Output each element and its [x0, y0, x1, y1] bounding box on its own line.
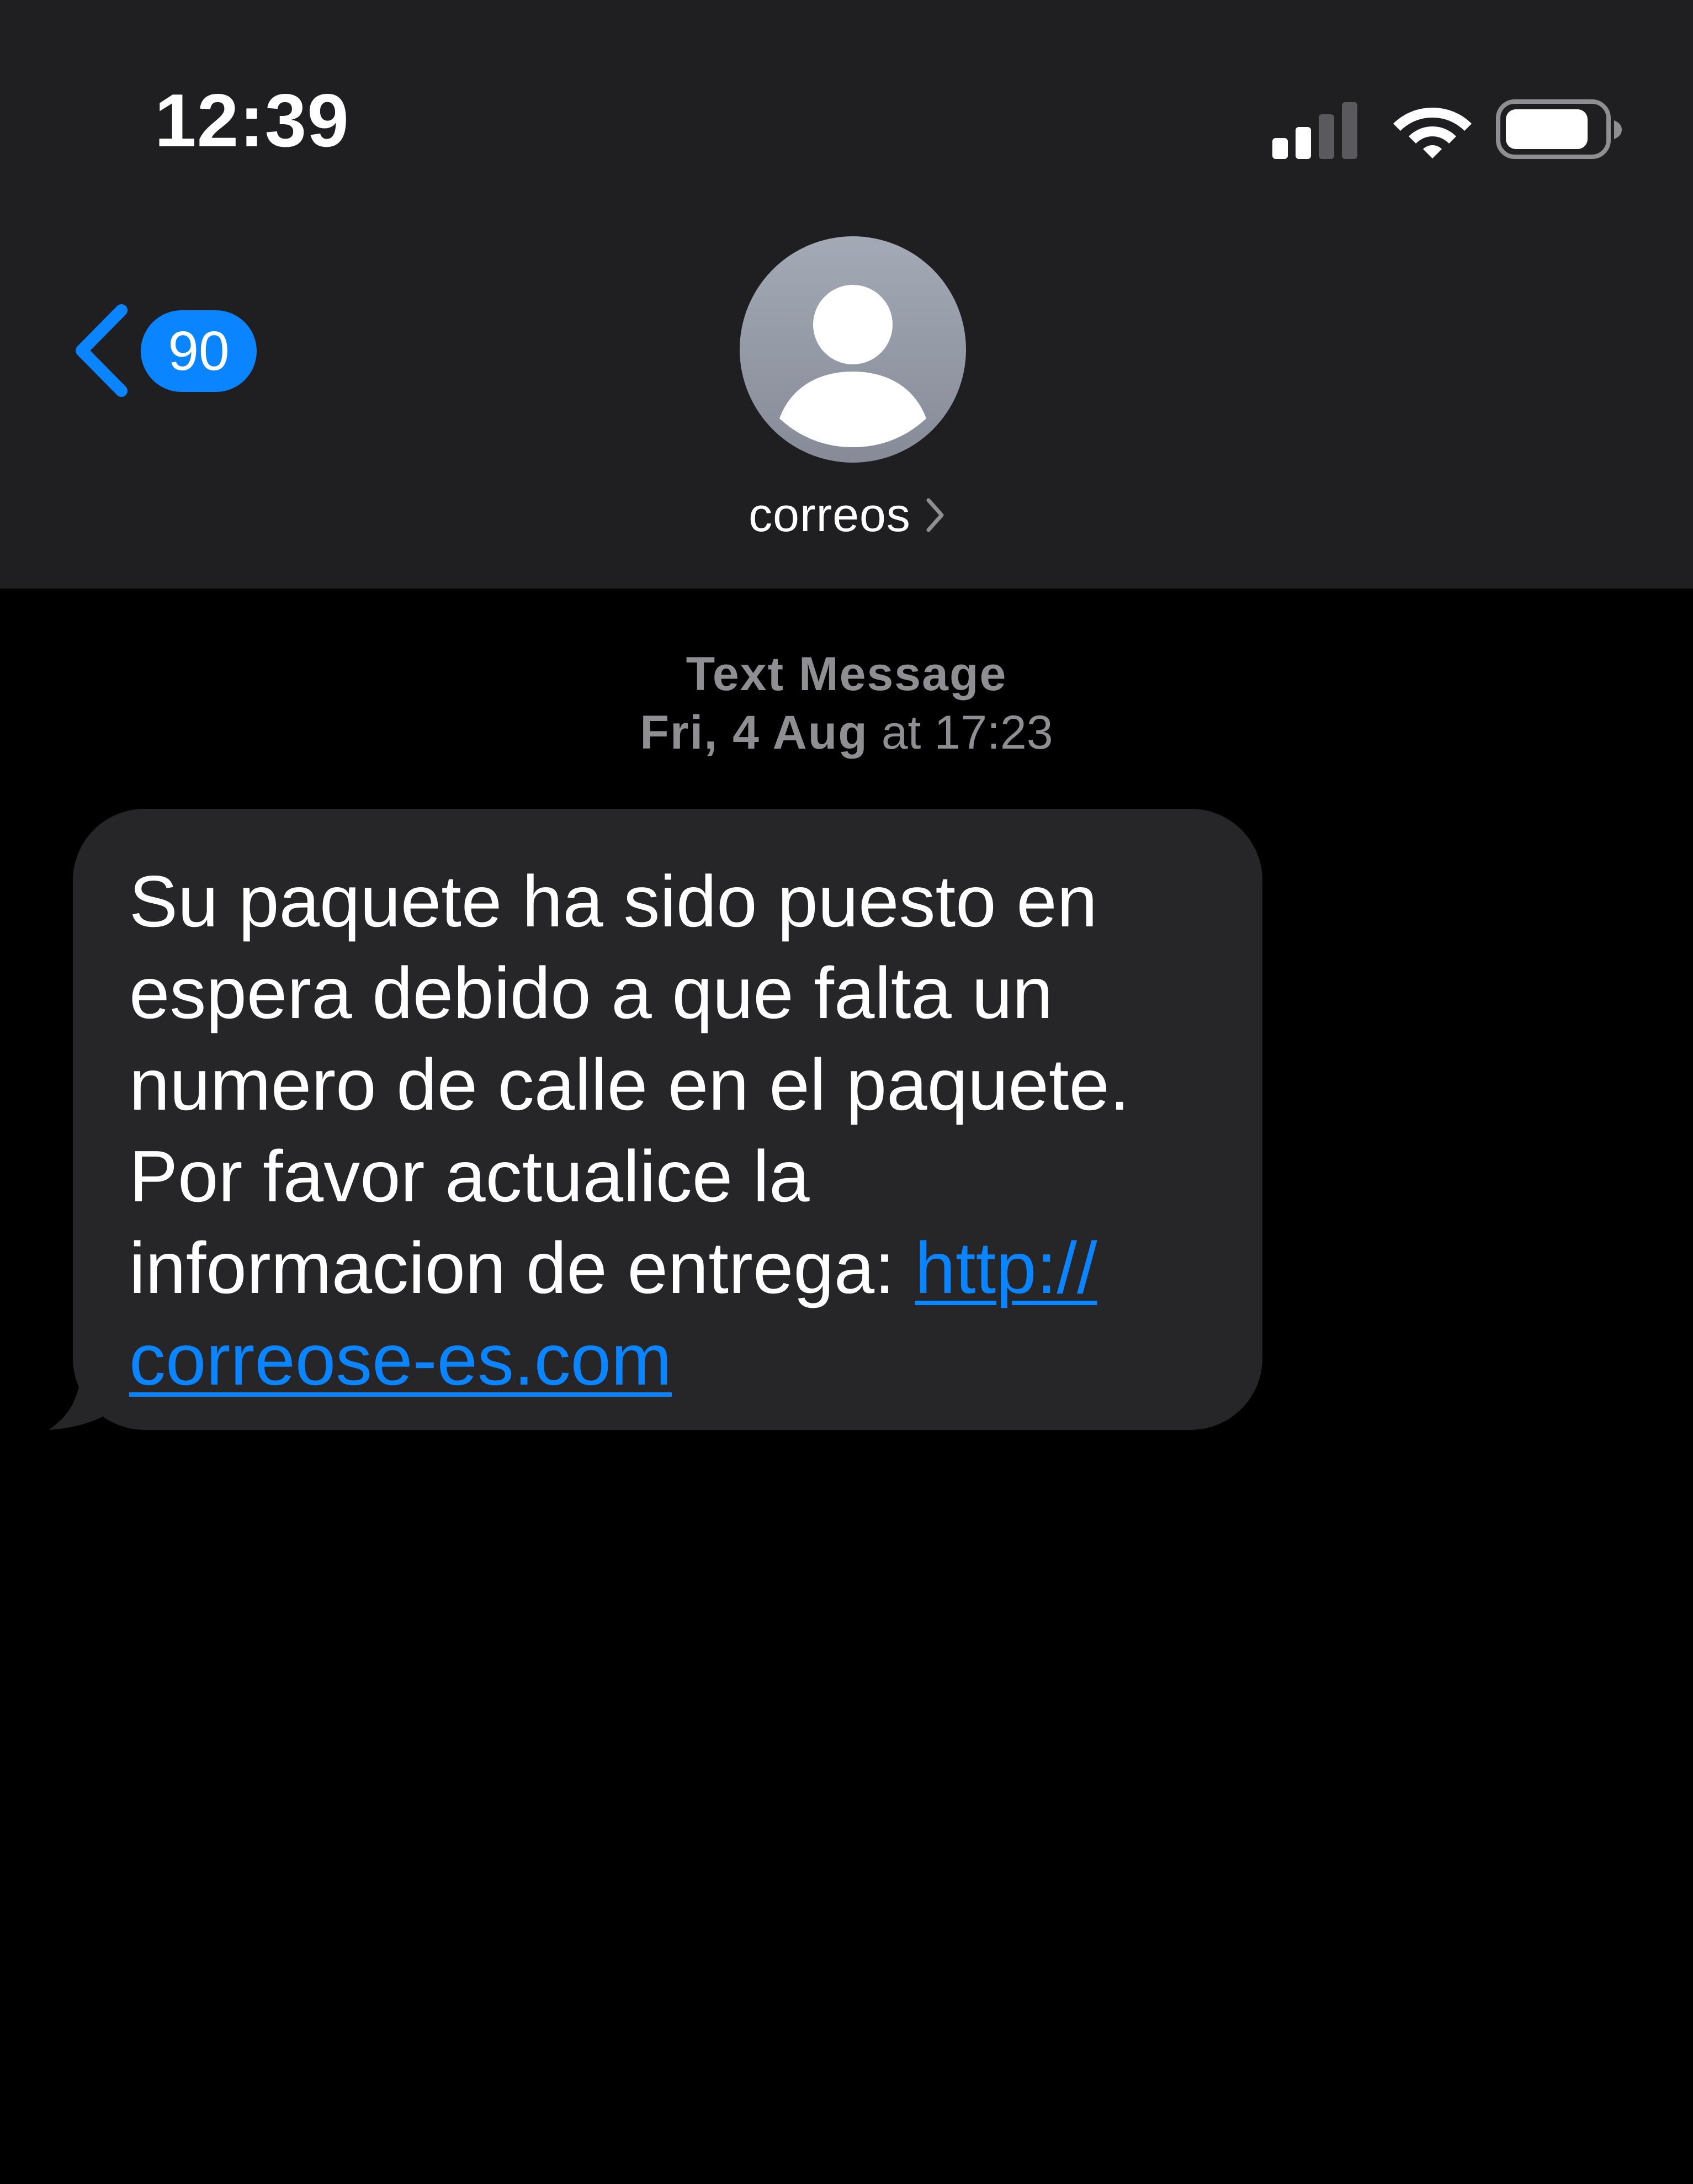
message-line-prefix: informacion de entrega:: [129, 1227, 915, 1308]
status-time: 12:39: [155, 78, 349, 162]
message-line: espera debido a que falta un: [129, 952, 1053, 1033]
message-link-part-2[interactable]: correose-es.com: [129, 1319, 672, 1400]
message-date-time: 17:23: [934, 706, 1053, 759]
message-date-at: at: [881, 706, 921, 759]
chevron-left-icon: [76, 304, 128, 397]
navigation-header: 12:39 90 correos: [0, 0, 1693, 589]
message-date-day: Fri, 4 Aug: [640, 706, 868, 759]
message-line: numero de calle en el paquete.: [129, 1044, 1130, 1125]
contact-name-button[interactable]: correos: [718, 485, 977, 545]
message-line: informacion de entrega: http://: [129, 1222, 1224, 1314]
message-link-part-1[interactable]: http://: [915, 1227, 1097, 1308]
contact-name: correos: [749, 489, 911, 542]
message-text: Su paquete ha sido puesto en espera debi…: [129, 856, 1224, 1406]
person-silhouette-icon: [779, 285, 926, 447]
wifi-icon: [1393, 108, 1472, 158]
message-date: Fri, 4 Aug at 17:23: [0, 703, 1693, 762]
battery-icon: [1496, 99, 1622, 159]
unread-count-badge: 90: [141, 310, 257, 392]
avatar[interactable]: [740, 236, 966, 463]
service-label: Text Message: [686, 648, 1007, 701]
back-button[interactable]: 90: [66, 298, 265, 403]
message-line: Su paquete ha sido puesto en: [129, 861, 1098, 942]
thread-timestamp: Text Message Fri, 4 Aug at 17:23: [0, 645, 1693, 762]
cellular-signal-icon: [1272, 102, 1357, 159]
message-line: correose-es.com: [129, 1314, 1224, 1406]
chevron-right-icon: [926, 498, 944, 532]
message-line: Por favor actualice la: [129, 1136, 810, 1217]
incoming-message-bubble[interactable]: Su paquete ha sido puesto en espera debi…: [73, 809, 1262, 1430]
